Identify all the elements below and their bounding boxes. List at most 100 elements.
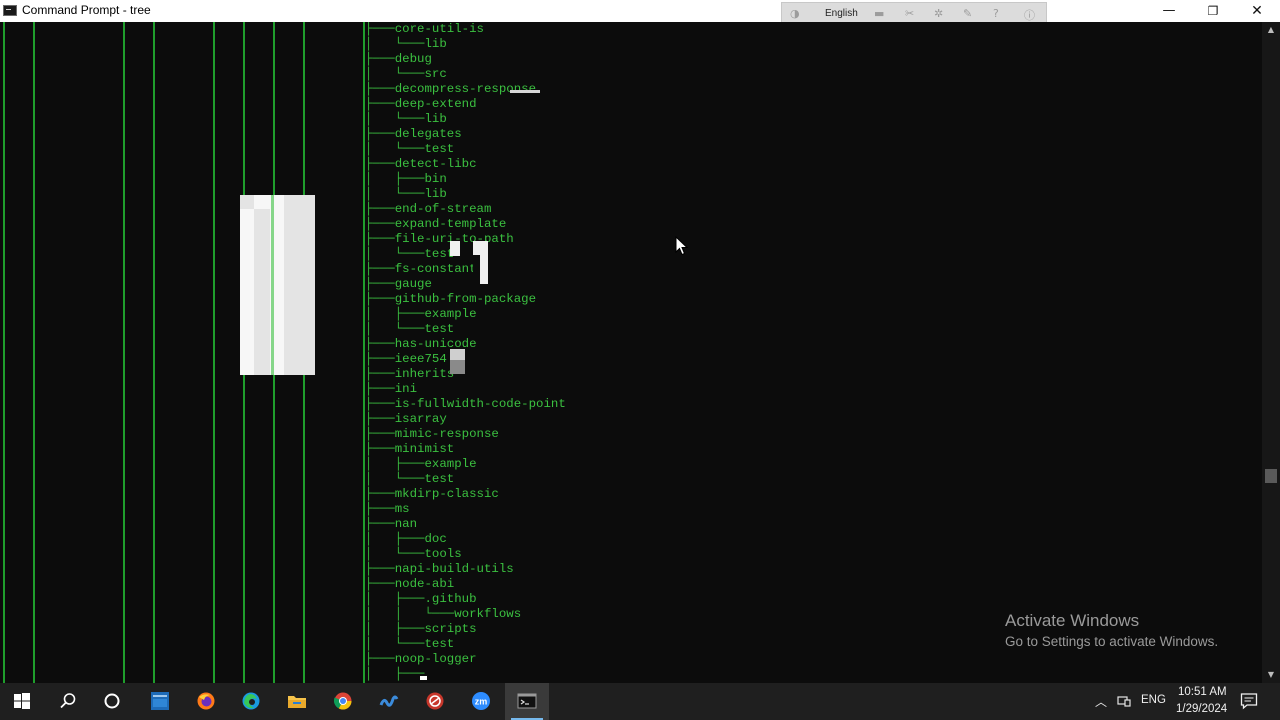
tree-entry-name: lib [424,37,447,51]
taskbar-app-wave[interactable] [367,683,411,720]
tree-entry-name: test [424,322,455,336]
tree-row: │ ├───doc [365,532,447,547]
tree-branch: │ ├─── [365,172,425,186]
tree-row: │ └───lib [365,37,447,52]
tree-branch: │ └─── [365,247,425,261]
tree-entry-name: test [424,142,455,156]
input-language-indicator[interactable]: ENG [1141,694,1166,706]
restore-button[interactable]: ❐ [1190,0,1236,22]
tree-entry-name: detect-libc [394,157,477,171]
tree-guide-line [33,22,35,683]
taskbar-command-prompt[interactable] [505,683,549,720]
edit-icon[interactable]: ✎ [963,7,972,20]
tree-entry-name: node-abi [394,577,455,591]
tree-branch: ├─── [365,217,395,231]
tree-row: ├───minimist [365,442,454,457]
tree-entry-name: debug [394,52,432,66]
tree-entry-name: doc [424,532,447,546]
clock-time[interactable]: 10:51 AM [1178,686,1227,698]
taskbar-zoom[interactable]: zm [459,683,503,720]
tree-branch: │ └─── [365,37,425,51]
tree-row: ├───isarray [365,412,447,427]
tree-branch: ├─── [365,652,395,666]
terminal-icon [517,693,537,709]
scroll-up-arrow-icon[interactable]: ▲ [1262,22,1280,38]
tree-entry-name: minimist [394,442,455,456]
tree-row: │ └───tools [365,547,462,562]
taskbar-file-explorer[interactable] [275,683,319,720]
command-prompt-app-icon [3,5,17,16]
info-icon[interactable]: ⓘ [1024,7,1035,23]
tree-entry-name: nan [394,517,418,531]
taskbar-edge[interactable] [229,683,273,720]
blue-app-icon [151,692,169,710]
taskbar-app-red[interactable] [413,683,457,720]
minimize-button[interactable]: — [1146,0,1192,22]
tree-entry-name: ms [394,502,410,516]
vertical-scrollbar[interactable]: ▲ ▼ [1262,22,1280,683]
tree-entry-name: workflows [454,607,522,621]
clock-date[interactable]: 1/29/2024 [1176,703,1227,715]
tree-branch: │ └─── [365,67,425,81]
tree-entry-name: ieee754 [394,352,447,366]
ime-icon[interactable]: ◑ [790,7,800,20]
console-output[interactable]: ├───core-util-is │ └───lib ├───debug │ └───… [0,22,1262,683]
tree-row: ├───napi-build-utils [365,562,514,577]
tree-row: ├───ini [365,382,417,397]
tree-branch: ├─── [365,562,395,576]
tree-branch: ├─── [365,517,395,531]
search-button[interactable] [46,683,90,720]
tree-entry-name: src [424,67,447,81]
language-label[interactable]: English [825,8,858,19]
close-button[interactable]: ✕ [1234,0,1280,22]
show-hidden-icons-chevron-icon[interactable]: ︿ [1095,693,1107,710]
tree-branch: ├─── [365,397,395,411]
tree-branch: │ └─── [365,112,425,126]
taskbar-chrome[interactable] [321,683,365,720]
scroll-thumb[interactable] [1265,469,1277,483]
scroll-down-arrow-icon[interactable]: ▼ [1262,667,1280,683]
tree-branch: ├─── [365,292,395,306]
task-view-button[interactable] [90,683,134,720]
title-bar: Command Prompt - tree — ❐ ✕ [0,0,1280,22]
tree-branch: ├─── [365,502,395,516]
tree-entry-name: mkdirp-classic [394,487,499,501]
notification-center-icon[interactable] [1240,692,1258,710]
tree-row: │ └───lib [365,112,447,127]
tree-row: ├───file-uri-to-path [365,232,514,247]
settings-icon[interactable]: ✲ [934,7,943,20]
tree-entry-name: delegates [394,127,462,141]
tree-row: │ ├─── [365,667,425,682]
tree-row: ├───mkdirp-classic [365,487,499,502]
tree-branch: ├─── [365,277,395,291]
tree-branch: │ ├─── [365,532,425,546]
tree-branch: ├─── [365,262,395,276]
tree-row: ├───ms [365,502,410,517]
tree-branch: │ └─── [365,637,425,651]
red-app-icon [426,692,444,710]
taskbar: zm ︿ ENG 10:51 AM 1/29/2024 [0,683,1280,720]
render-glitch-block [510,90,540,93]
tree-branch: ├─── [365,97,395,111]
tree-branch: ├─── [365,232,395,246]
tools-icon[interactable]: ✂ [905,7,914,20]
tree-row: ├───core-util-is [365,22,484,37]
tree-entry-name: bin [424,172,447,186]
tree-row: │ ├───bin [365,172,447,187]
network-icon[interactable] [1117,694,1131,708]
tree-row: │ └───lib [365,187,447,202]
zoom-icon: zm [472,692,490,710]
tree-row: ├───node-abi [365,577,454,592]
keyboard-icon[interactable]: ▬ [874,7,884,20]
help-icon[interactable]: ? [993,7,999,20]
search-icon [60,693,76,709]
tree-row: ├───noop-logger [365,652,477,667]
tree-row: ├───deep-extend [365,97,477,112]
tree-entry-name: inherits [394,367,455,381]
start-button[interactable] [0,683,44,720]
tree-row: │ │ └───workflows [365,607,521,622]
taskbar-firefox[interactable] [184,683,228,720]
tree-entry-name: end-of-stream [394,202,492,216]
taskbar-app-blue[interactable] [138,683,182,720]
tree-entry-name: tools [424,547,462,561]
